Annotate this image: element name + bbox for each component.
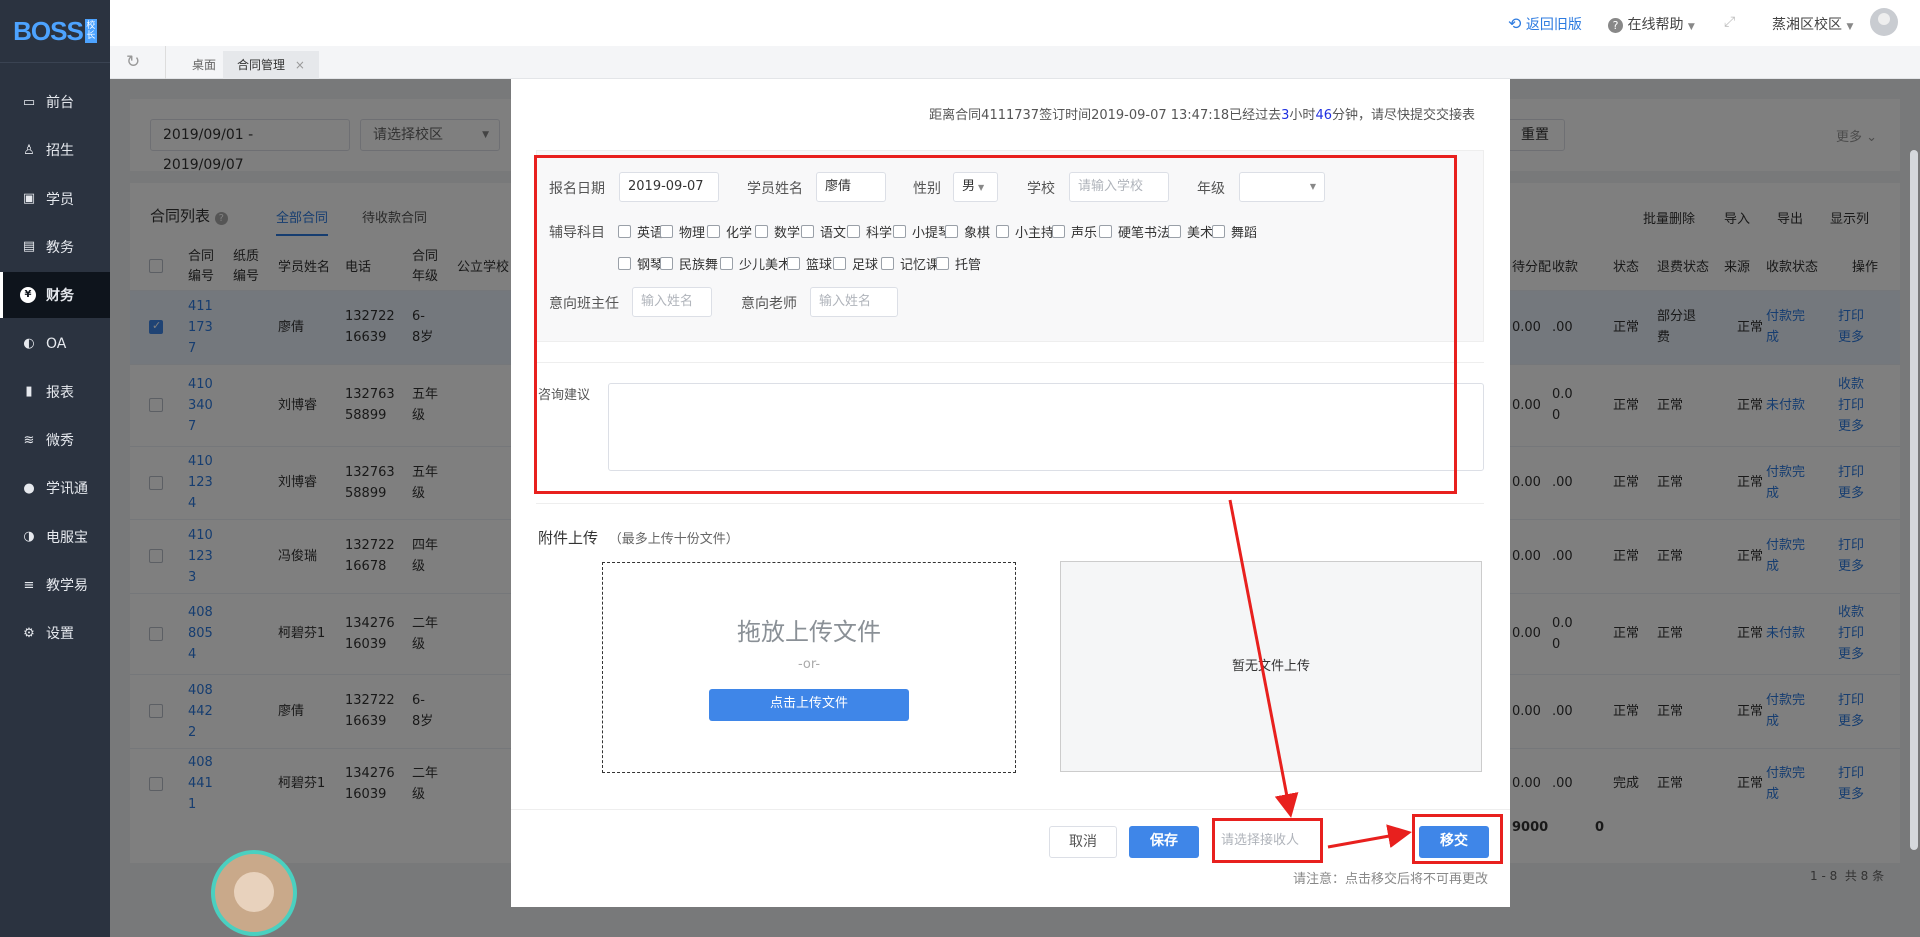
sidebar-item-9[interactable]: ◑ 电服宝 [0, 514, 110, 560]
tab-contract[interactable]: 合同管理 × [223, 51, 319, 79]
transfer-note: 请注意：点击移交后将不可再更改 [1292, 872, 1488, 887]
handover-notice: 距离合同4111737签订时间2019-09-07 13:47:18已经过去3小… [929, 108, 1475, 123]
sidebar-item-10[interactable]: ≡ 教学易 [0, 562, 110, 608]
caret-down-icon: ▼ [1687, 22, 1695, 32]
cancel-button[interactable]: 取消 [1049, 826, 1117, 858]
sidebar-item-1[interactable]: ♙ 招生 [0, 127, 110, 173]
book-icon: ▤ [22, 239, 36, 255]
sidebar-item-label: 学讯通 [46, 481, 88, 498]
sidebar-item-11[interactable]: ⚙ 设置 [0, 610, 110, 656]
upload-or: -or- [797, 657, 821, 672]
sidebar: BOSS 校长 ▭ 前台 ♙ 招生 ▣ 学员 ▤ 教务 ¥ 财务 ◐ OA ▮ 报表 ≋ 微秀 ● 学讯通 ◑ 电服宝 ≡… [0, 0, 110, 937]
back-old-version-link[interactable]: ⟲ 返回旧版 [1508, 14, 1582, 34]
sidebar-item-label: 电服宝 [46, 529, 88, 546]
sidebar-item-label: 微秀 [46, 433, 74, 450]
gear-icon: ⚙ [23, 625, 35, 641]
mascot-avatar[interactable] [211, 850, 297, 936]
sidebar-item-0[interactable]: ▭ 前台 [0, 79, 110, 125]
sidebar-item-3[interactable]: ▤ 教务 [0, 224, 110, 270]
toggle-icon: ◐ [23, 336, 35, 351]
sidebar-item-label: OA [46, 335, 67, 352]
save-button[interactable]: 保存 [1129, 826, 1199, 858]
sidebar-item-label: 财务 [46, 288, 74, 305]
help-icon: ? [1608, 18, 1623, 33]
sidebar-item-7[interactable]: ≋ 微秀 [0, 417, 110, 463]
sidebar-item-label: 学员 [46, 191, 74, 208]
upload-title: 附件上传 （最多上传十份文件） [538, 529, 739, 547]
scrollbar[interactable] [1910, 150, 1918, 850]
sidebar-item-5[interactable]: ◐ OA [0, 321, 110, 367]
wave-icon: ≋ [23, 432, 35, 448]
tab-bar: ↻ 桌面 合同管理 × [110, 46, 1920, 79]
refresh-icon[interactable]: ↻ [126, 52, 140, 72]
caret-down-icon: ▼ [1846, 22, 1854, 32]
logo-badge: 校长 [84, 19, 97, 43]
upload-file-button[interactable]: 点击上传文件 [709, 689, 909, 721]
sidebar-item-2[interactable]: ▣ 学员 [0, 176, 110, 222]
avatar[interactable] [1870, 8, 1898, 36]
sidebar-item-label: 设置 [46, 626, 74, 643]
user-add-icon: ♙ [23, 142, 35, 158]
location-icon: ● [23, 480, 35, 496]
online-help-menu[interactable]: ? 在线帮助 ▼ [1608, 14, 1695, 34]
sidebar-item-label: 前台 [46, 95, 74, 111]
sidebar-item-label: 报表 [46, 384, 74, 401]
phone-icon: ◑ [23, 529, 35, 545]
sidebar-item-label: 招生 [46, 143, 74, 160]
annotation-box-form [534, 155, 1457, 494]
sidebar-item-label: 教务 [46, 239, 74, 256]
calendar-icon: ▭ [22, 94, 36, 110]
teach-icon: ≡ [23, 577, 35, 593]
sidebar-item-8[interactable]: ● 学讯通 [0, 465, 110, 511]
yen-icon: ¥ [20, 287, 36, 304]
logo[interactable]: BOSS 校长 [0, 0, 110, 63]
annotation-box-receiver [1212, 818, 1323, 863]
undo-icon: ⟲ [1508, 14, 1522, 33]
campus-menu[interactable]: 蒸湘区校区 ▼ [1772, 14, 1853, 34]
no-file-text: 暂无文件上传 [1231, 659, 1310, 674]
drop-text: 拖放上传文件 [737, 618, 881, 646]
sidebar-item-6[interactable]: ▮ 报表 [0, 369, 110, 415]
sidebar-item-label: 教学易 [46, 578, 88, 594]
annotation-box-transfer [1412, 814, 1503, 864]
fullscreen-icon[interactable]: ⤢ [1724, 14, 1735, 30]
sidebar-item-4[interactable]: ¥ 财务 [0, 272, 110, 319]
close-icon[interactable]: × [295, 58, 305, 72]
id-card-icon: ▣ [22, 191, 36, 207]
bar-chart-icon: ▮ [25, 384, 33, 400]
top-bar: ⟲ 返回旧版 ? 在线帮助 ▼ ⤢ 蒸湘区校区 ▼ [110, 0, 1920, 46]
